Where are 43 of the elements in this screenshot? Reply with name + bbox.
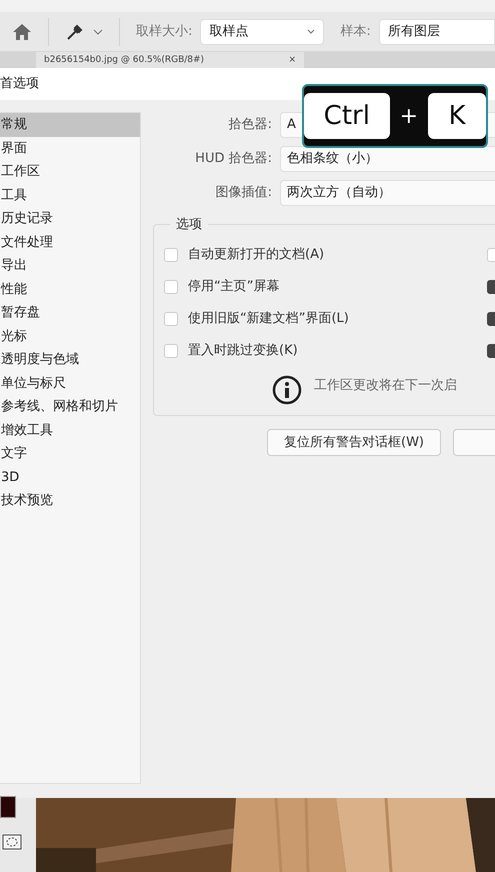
category-item[interactable]: 光标: [0, 324, 140, 348]
category-item[interactable]: 参考线、网格和切片: [0, 395, 140, 418]
document-tab[interactable]: b2656154b0.jpg @ 60.5%(RGB/8#) ×: [36, 52, 304, 68]
field-label: 拾色器:: [228, 116, 272, 134]
option-label: 自动更新打开的文档(A): [188, 246, 324, 264]
dropdown[interactable]: 两次立方（自动）: [280, 180, 495, 206]
category-item[interactable]: 增效工具: [0, 418, 140, 442]
sample-dropdown[interactable]: 所有图层: [378, 18, 495, 44]
caret-icon[interactable]: [93, 28, 103, 36]
sample-label: 样本:: [340, 22, 371, 41]
category-item[interactable]: 工具: [0, 184, 140, 207]
option-label: 停用“主页”屏幕: [188, 278, 280, 296]
key-cap: K: [428, 93, 486, 139]
category-item[interactable]: 单位与标尺: [0, 372, 140, 395]
category-item[interactable]: 暂存盘: [0, 301, 140, 324]
marquee-icon[interactable]: [2, 834, 22, 850]
info-text: 工作区更改将在下一次启: [314, 377, 457, 396]
home-icon[interactable]: [12, 22, 32, 40]
category-item[interactable]: 工作区: [0, 160, 140, 184]
dropdown[interactable]: 色相条纹（小）: [280, 146, 495, 172]
color-swatch[interactable]: [0, 796, 16, 818]
info-icon: [272, 375, 302, 405]
caret-icon: [307, 28, 316, 34]
sample-size-label: 取样大小:: [136, 22, 192, 41]
sample-size-dropdown[interactable]: 取样点: [200, 18, 324, 44]
plus-sign: +: [400, 102, 418, 130]
option-label: 置入时跳过变换(K): [188, 342, 298, 360]
key-cap: Ctrl: [304, 93, 390, 139]
category-item[interactable]: 技术预览: [0, 489, 140, 512]
category-item[interactable]: 历史记录: [0, 207, 140, 230]
category-item[interactable]: 界面: [0, 136, 140, 160]
category-item[interactable]: 文字: [0, 442, 140, 466]
category-item[interactable]: 文件处理: [0, 230, 140, 254]
category-item[interactable]: 3D: [0, 466, 140, 489]
option-label: 使用旧版“新建文档”界面(L): [188, 310, 349, 328]
category-item[interactable]: 常规: [0, 113, 140, 136]
category-item[interactable]: 透明度与色域: [0, 348, 140, 372]
dialog-title: 首选项: [0, 75, 39, 94]
reset-warnings-button[interactable]: 复位所有警告对话框(W): [267, 429, 441, 456]
field-label: HUD 拾色器:: [194, 150, 272, 168]
category-item[interactable]: 性能: [0, 278, 140, 301]
field-label: 图像插值:: [214, 184, 272, 202]
category-item[interactable]: 导出: [0, 254, 140, 278]
